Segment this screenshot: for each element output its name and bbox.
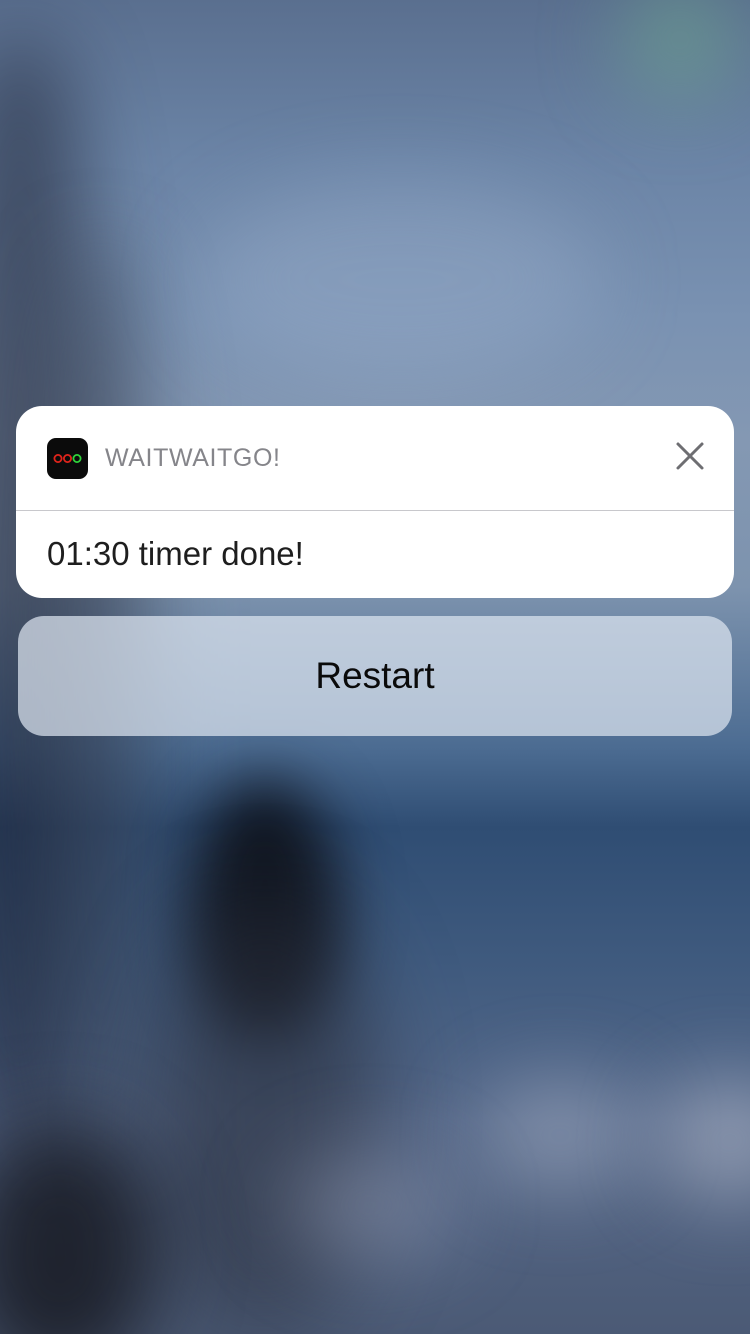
background-blur [200,180,600,380]
background-blur [0,1120,160,1334]
restart-button[interactable]: Restart [18,616,732,736]
notification-header: WAITWAITGO! [16,406,734,511]
background-blur [150,900,380,1330]
background-blur [660,1080,750,1200]
restart-button-label: Restart [315,655,435,696]
lock-screen: WAITWAITGO! 01:30 timer done! Restart [0,0,750,1334]
app-name: WAITWAITGO! [105,444,281,472]
close-icon[interactable] [670,436,710,476]
notification-message: 01:30 timer done! [47,535,304,572]
traffic-light-icon [47,438,88,479]
background-blur [280,1150,460,1260]
background-blur [480,1080,640,1190]
notification-card[interactable]: WAITWAITGO! 01:30 timer done! [16,406,734,598]
background-blur [620,0,740,100]
